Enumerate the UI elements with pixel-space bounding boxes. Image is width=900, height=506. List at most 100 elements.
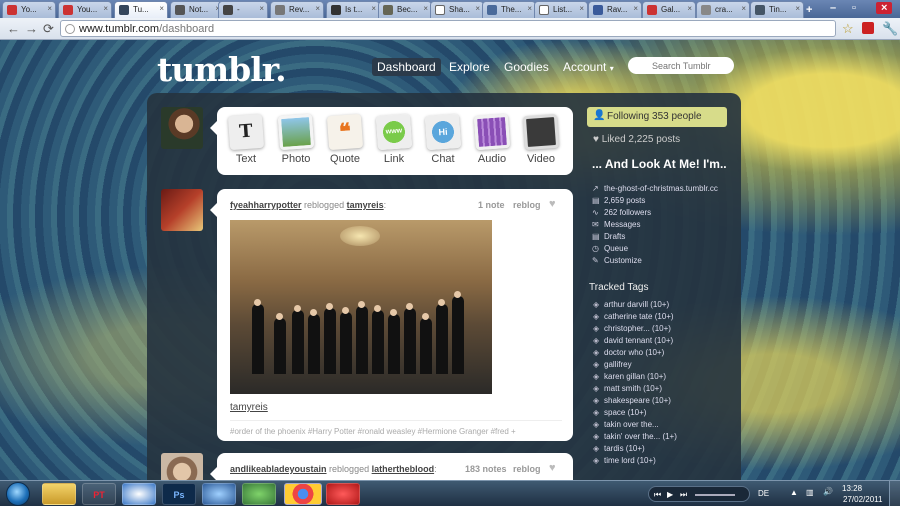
new-text-post-button[interactable]: T Text <box>222 113 270 165</box>
close-tab-icon[interactable]: × <box>687 4 692 13</box>
new-link-post-button[interactable]: www Link <box>370 113 418 165</box>
maximize-icon[interactable]: ▫ <box>852 2 856 14</box>
extension-icon[interactable] <box>862 22 874 34</box>
new-audio-post-button[interactable]: Audio <box>468 113 516 165</box>
forward-icon[interactable]: → <box>25 21 38 36</box>
close-tab-icon[interactable]: × <box>795 4 800 13</box>
taskbar-app-messenger[interactable] <box>242 483 276 505</box>
show-hidden-icons-icon[interactable]: ▲ <box>790 488 798 497</box>
post-photo[interactable] <box>230 220 492 394</box>
liked-posts-link[interactable]: ♥ Liked 2,225 posts <box>593 134 680 145</box>
caption-source-link[interactable]: tamyreis <box>230 402 268 413</box>
close-tab-icon[interactable]: × <box>741 4 746 13</box>
browser-tab[interactable]: Is t... × <box>326 1 380 18</box>
clock-date[interactable]: 27/02/2011 <box>843 495 882 504</box>
following-count-link[interactable]: 👤 Following 353 people <box>587 107 727 127</box>
like-heart-icon[interactable]: ♥ <box>549 462 556 474</box>
nav-dashboard[interactable]: Dashboard <box>372 58 441 76</box>
tracked-tag-link[interactable]: david tennant (10+) <box>604 336 673 345</box>
like-heart-icon[interactable]: ♥ <box>549 198 556 210</box>
close-tab-icon[interactable]: × <box>103 4 108 13</box>
nav-goodies[interactable]: Goodies <box>504 60 549 74</box>
tracked-tag-link[interactable]: karen gillan (10+) <box>604 372 666 381</box>
taskbar-app-photoshop[interactable]: Ps <box>162 483 196 505</box>
taskbar-app-itunes[interactable] <box>202 483 236 505</box>
close-tab-icon[interactable]: × <box>259 4 264 13</box>
previous-track-icon[interactable]: ⏮ <box>654 490 661 500</box>
tracked-tag-link[interactable]: time lord (10+) <box>604 456 656 465</box>
blog-url-link[interactable]: the-ghost-of-christmas.tumblr.cc <box>604 184 718 193</box>
tracked-tag-link[interactable]: doctor who (10+) <box>604 348 664 357</box>
followers-link[interactable]: 262 followers <box>604 208 651 217</box>
close-tab-icon[interactable]: × <box>423 4 428 13</box>
close-window-icon[interactable]: × <box>876 2 893 14</box>
close-tab-icon[interactable]: × <box>315 4 320 13</box>
explorer-folder-icon[interactable] <box>42 483 76 505</box>
user-avatar[interactable] <box>161 107 203 149</box>
post-notes-count[interactable]: 1 note <box>478 200 505 210</box>
tracked-tag-link[interactable]: shakespeare (10+) <box>604 396 671 405</box>
browser-tab[interactable]: You... × <box>58 1 112 18</box>
new-chat-post-button[interactable]: Hi Chat <box>419 113 467 165</box>
nav-explore[interactable]: Explore <box>449 60 490 74</box>
close-tab-icon[interactable]: × <box>159 4 164 13</box>
close-tab-icon[interactable]: × <box>527 4 532 13</box>
post-notes-count[interactable]: 183 notes <box>465 464 507 474</box>
close-tab-icon[interactable]: × <box>475 4 480 13</box>
browser-tab[interactable]: Tin... × <box>750 1 804 18</box>
minimize-icon[interactable]: – <box>830 2 836 14</box>
wrench-menu-icon[interactable]: 🔧 <box>882 21 898 37</box>
bookmark-star-icon[interactable]: ☆ <box>842 21 854 37</box>
reblog-button[interactable]: reblog <box>513 200 541 210</box>
search-input[interactable] <box>628 57 734 74</box>
browser-tab[interactable]: Rav... × <box>588 1 642 18</box>
tracked-tag-link[interactable]: gallifrey <box>604 360 632 369</box>
browser-tab[interactable]: Yo... × <box>2 1 56 18</box>
post-author-link[interactable]: fyeahharrypotter <box>230 200 302 210</box>
blog-posts-link[interactable]: 2,659 posts <box>604 196 645 205</box>
close-tab-icon[interactable]: × <box>633 4 638 13</box>
queue-link[interactable]: Queue <box>604 244 628 253</box>
browser-tab-active[interactable]: Tu... × <box>114 1 168 18</box>
close-tab-icon[interactable]: × <box>579 4 584 13</box>
volume-slider[interactable] <box>695 494 735 496</box>
tracked-tag-link[interactable]: christopher... (10+) <box>604 324 671 333</box>
browser-tab[interactable]: List... × <box>534 1 588 18</box>
browser-tab[interactable]: cra... × <box>696 1 750 18</box>
taskbar-app-media[interactable] <box>122 483 156 505</box>
start-button[interactable] <box>6 482 30 506</box>
new-photo-post-button[interactable]: Photo <box>272 113 320 165</box>
play-icon[interactable]: ▶ <box>667 490 673 499</box>
browser-tab[interactable]: Not...× <box>170 1 224 18</box>
close-tab-icon[interactable]: × <box>47 4 52 13</box>
show-desktop-button[interactable] <box>889 481 900 506</box>
tracked-tag-link[interactable]: catherine tate (10+) <box>604 312 674 321</box>
drafts-link[interactable]: Drafts <box>604 232 625 241</box>
next-track-icon[interactable]: ⏭ <box>680 490 687 500</box>
post-author-avatar[interactable] <box>161 189 203 231</box>
post-tags[interactable]: #order of the phoenix #Harry Potter #ron… <box>230 420 562 436</box>
taskbar-app-chrome[interactable] <box>284 483 322 505</box>
media-player-controls[interactable]: ⏮ ▶ ⏭ <box>648 486 750 502</box>
post-author-avatar[interactable] <box>161 453 203 480</box>
new-video-post-button[interactable]: Video <box>517 113 565 165</box>
tracked-tag-link[interactable]: space (10+) <box>604 408 646 417</box>
browser-tab[interactable]: The... × <box>482 1 536 18</box>
clock-time[interactable]: 13:28 <box>842 484 862 493</box>
address-bar[interactable]: www.tumblr.com/dashboard <box>60 20 836 37</box>
nav-account[interactable]: Account ▾ <box>563 60 614 74</box>
taskbar-app-acrobat[interactable]: PT <box>82 483 116 505</box>
new-tab-icon[interactable]: + <box>806 4 812 16</box>
tracked-tag-link[interactable]: takin' over the... (1+) <box>604 432 677 441</box>
post-author-link[interactable]: andlikeabladeyoustain <box>230 464 327 474</box>
reblog-source-link[interactable]: tamyreis <box>347 200 384 210</box>
tracked-tag-link[interactable]: arthur darvill (10+) <box>604 300 669 309</box>
new-quote-post-button[interactable]: ❝ Quote <box>321 113 369 165</box>
browser-tab[interactable]: Rev... × <box>270 1 324 18</box>
tracked-tag-link[interactable]: takin over the... <box>604 420 659 429</box>
customize-link[interactable]: Customize <box>604 256 642 265</box>
tumblr-logo[interactable]: tumblr. <box>157 50 287 89</box>
close-tab-icon[interactable]: × <box>371 4 376 13</box>
messages-link[interactable]: Messages <box>604 220 640 229</box>
back-icon[interactable]: ← <box>7 21 20 36</box>
